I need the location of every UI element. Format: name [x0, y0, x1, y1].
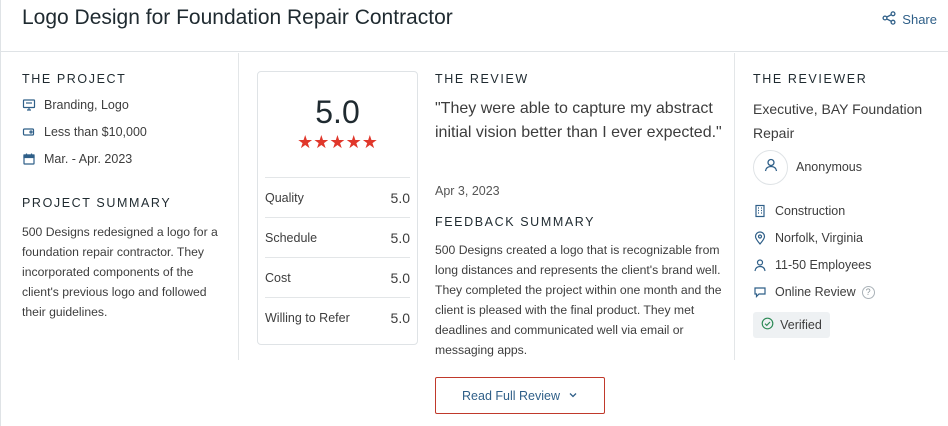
project-dates-text: Mar. - Apr. 2023 [44, 152, 133, 166]
rating-label: Quality [265, 190, 304, 205]
page-title: Logo Design for Foundation Repair Contra… [22, 6, 453, 29]
review-date: Apr 3, 2023 [435, 184, 500, 198]
help-icon[interactable]: ? [861, 285, 875, 299]
chat-bubble-icon [753, 285, 767, 299]
rating-row-willing-to-refer: Willing to Refer 5.0 [265, 297, 410, 337]
reviewer-review-type: Online Review ? [753, 285, 875, 299]
project-service-text: Branding, Logo [44, 98, 129, 112]
reviewer-name: Anonymous [796, 160, 863, 174]
score-card: 5.0 ★★★★★ Quality 5.0 Schedule 5.0 Cost … [257, 71, 418, 345]
column-divider [238, 53, 239, 360]
header: Logo Design for Foundation Repair Contra… [0, 0, 948, 52]
share-label: Share [902, 12, 937, 27]
user-icon [763, 157, 779, 178]
reviewer-employees-text: 11-50 Employees [775, 258, 872, 272]
reviewer-section-label: THE REVIEWER [753, 72, 868, 86]
reviewer-review-type-text: Online Review [775, 285, 856, 299]
share-button[interactable]: Share [882, 11, 937, 28]
price-tag-icon [22, 125, 36, 139]
review-quote: "They were able to capture my abstract i… [435, 100, 722, 141]
rating-value: 5.0 [390, 189, 410, 206]
building-icon [753, 204, 767, 218]
reviewer-employees: 11-50 Employees [753, 258, 871, 272]
rating-value: 5.0 [390, 269, 410, 286]
project-summary-text: 500 Designs redesigned a logo for a foun… [22, 225, 218, 319]
rating-value: 5.0 [390, 309, 410, 326]
star-rating: ★★★★★ [297, 132, 378, 152]
avatar [753, 150, 788, 185]
rating-label: Willing to Refer [265, 310, 350, 325]
chevron-down-icon [568, 389, 578, 403]
reviewer-location: Norfolk, Virginia [753, 231, 863, 245]
project-section-label: THE PROJECT [22, 72, 127, 86]
reviewer-industry-text: Construction [775, 204, 846, 218]
project-service: Branding, Logo [22, 98, 129, 112]
rating-label: Schedule [265, 230, 318, 245]
overall-score: 5.0 [315, 94, 360, 130]
verified-label: Verified [780, 318, 822, 332]
person-icon [753, 258, 767, 272]
calendar-icon [22, 152, 36, 166]
share-icon [882, 11, 896, 28]
reviewer-industry: Construction [753, 204, 845, 218]
project-summary-label: PROJECT SUMMARY [22, 196, 172, 210]
reviewer-location-text: Norfolk, Virginia [775, 231, 864, 245]
rating-label: Cost [265, 270, 291, 285]
feedback-summary-text: 500 Designs created a logo that is recog… [435, 243, 722, 357]
reviewer-title: Executive, BAY Foundation Repair [753, 101, 923, 141]
location-pin-icon [753, 231, 767, 245]
rating-row-cost: Cost 5.0 [265, 257, 410, 297]
rating-value: 5.0 [390, 229, 410, 246]
rating-row-quality: Quality 5.0 [265, 177, 410, 217]
rating-row-schedule: Schedule 5.0 [265, 217, 410, 257]
verified-badge: Verified [753, 312, 830, 338]
project-budget: Less than $10,000 [22, 125, 147, 139]
monitor-icon [22, 98, 36, 112]
project-budget-text: Less than $10,000 [44, 125, 147, 139]
feedback-summary-label: FEEDBACK SUMMARY [435, 215, 596, 229]
check-circle-icon [761, 317, 774, 333]
read-full-review-label: Read Full Review [462, 388, 560, 403]
column-divider [734, 53, 735, 360]
read-full-review-button[interactable]: Read Full Review [435, 377, 605, 414]
project-dates: Mar. - Apr. 2023 [22, 152, 132, 166]
review-section-label: THE REVIEW [435, 72, 529, 86]
